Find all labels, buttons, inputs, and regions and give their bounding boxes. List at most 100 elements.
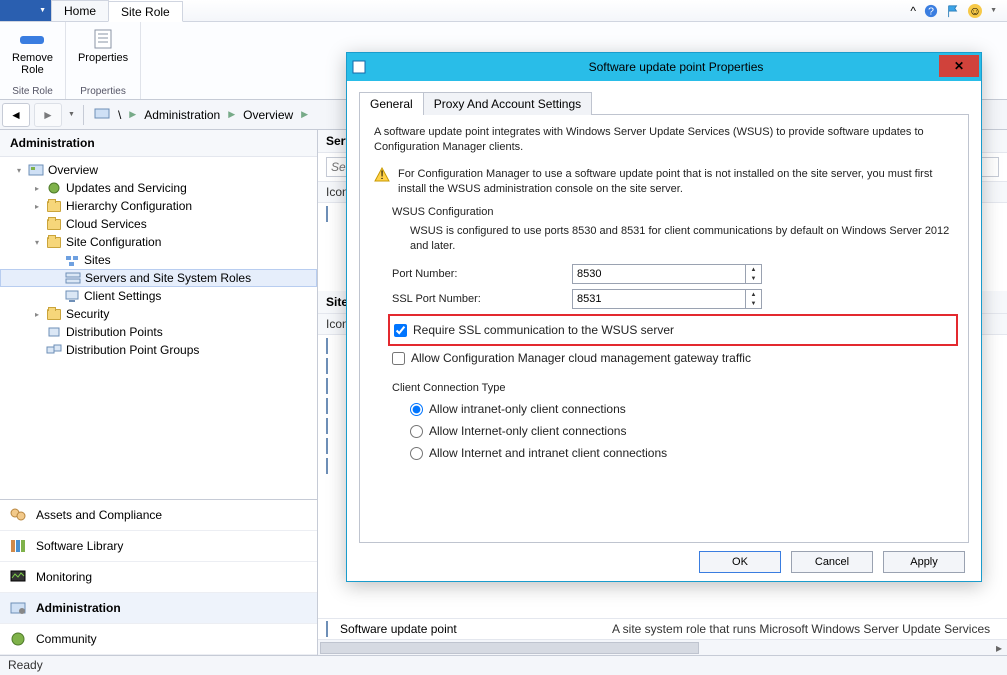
tree-caret-icon[interactable]: ▸ xyxy=(32,184,42,193)
tab-proxy-account[interactable]: Proxy And Account Settings xyxy=(423,92,592,115)
workspace-monitoring[interactable]: Monitoring xyxy=(0,562,317,593)
ribbon-tab-site-role[interactable]: Site Role xyxy=(108,1,183,22)
expand-ribbon-icon[interactable]: ^ xyxy=(910,4,916,18)
breadcrumb-root[interactable]: \ xyxy=(112,106,127,124)
tree-item-label: Servers and Site System Roles xyxy=(85,271,251,285)
overview-icon xyxy=(28,163,44,177)
flag-icon[interactable] xyxy=(946,4,960,18)
dialog-button-row: OK Cancel Apply xyxy=(359,543,969,573)
server-icon xyxy=(326,206,328,222)
app-menu-button[interactable]: ▼ xyxy=(0,0,52,21)
spin-up-icon[interactable]: ▲ xyxy=(746,290,761,299)
monitor-icon xyxy=(8,568,28,586)
require-ssl-checkbox-row: Require SSL communication to the WSUS se… xyxy=(394,323,952,337)
tab-general[interactable]: General xyxy=(359,92,424,115)
require-ssl-checkbox[interactable] xyxy=(394,324,407,337)
tree-item-servers-and-site-system-roles[interactable]: Servers and Site System Roles xyxy=(0,269,317,287)
ribbon-group-site-role: Remove Role Site Role xyxy=(0,22,66,99)
remove-role-button[interactable]: Remove Role xyxy=(8,26,57,78)
ssl-port-field[interactable] xyxy=(573,290,745,308)
tree-item-updates-and-servicing[interactable]: ▸Updates and Servicing xyxy=(0,179,317,197)
chevron-down-icon: ▼ xyxy=(39,7,46,14)
tree-caret-icon[interactable]: ▾ xyxy=(32,238,42,247)
role-item-icon[interactable] xyxy=(326,379,342,395)
port-number-input[interactable]: ▲▼ xyxy=(572,264,762,284)
tree-item-client-settings[interactable]: Client Settings xyxy=(0,287,317,305)
ribbon-group-title: Site Role xyxy=(12,86,53,97)
spin-down-icon[interactable]: ▼ xyxy=(746,299,761,308)
site-icon xyxy=(94,106,110,123)
tree-caret-icon[interactable]: ▾ xyxy=(14,166,24,175)
scroll-thumb[interactable] xyxy=(320,642,699,654)
radio-label: Allow Internet-only client connections xyxy=(429,424,626,438)
breadcrumb-administration[interactable]: Administration xyxy=(138,106,226,124)
tree-item-sites[interactable]: Sites xyxy=(0,251,317,269)
role-item-icon[interactable] xyxy=(326,419,342,435)
workspace-community[interactable]: Community xyxy=(0,624,317,655)
nav-back-button[interactable]: ◄ xyxy=(2,103,30,127)
tree-item-hierarchy-configuration[interactable]: ▸Hierarchy Configuration xyxy=(0,197,317,215)
tree-item-distribution-points[interactable]: Distribution Points xyxy=(0,323,317,341)
close-button[interactable]: ✕ xyxy=(939,55,979,77)
tree-item-security[interactable]: ▸Security xyxy=(0,305,317,323)
distg-icon xyxy=(46,343,62,357)
selected-role-row[interactable]: Software update point A site system role… xyxy=(318,618,1007,639)
tree-item-label: Distribution Point Groups xyxy=(66,343,199,357)
apply-button[interactable]: Apply xyxy=(883,551,965,573)
role-item-icon[interactable] xyxy=(326,399,342,415)
role-item-icon[interactable] xyxy=(326,359,342,375)
workspace-label: Administration xyxy=(36,601,121,615)
workspace-software-library[interactable]: Software Library xyxy=(0,531,317,562)
nav-history-dropdown[interactable]: ▼ xyxy=(64,111,79,118)
wsus-note: WSUS is configured to use ports 8530 and… xyxy=(410,224,954,254)
cancel-button[interactable]: Cancel xyxy=(791,551,873,573)
tree-item-cloud-services[interactable]: Cloud Services xyxy=(0,215,317,233)
client-connection-legend: Client Connection Type xyxy=(392,382,954,394)
role-item-icon[interactable] xyxy=(326,439,342,455)
tree-item-site-configuration[interactable]: ▾Site Configuration xyxy=(0,233,317,251)
chevron-right-icon: ▶ xyxy=(129,109,136,120)
allow-cmg-checkbox[interactable] xyxy=(392,352,405,365)
assets-icon xyxy=(8,506,28,524)
role-item-icon[interactable] xyxy=(326,339,342,355)
role-item-icon[interactable] xyxy=(326,459,342,475)
properties-button[interactable]: Properties xyxy=(74,26,132,66)
breadcrumb-overview[interactable]: Overview xyxy=(237,106,299,124)
wsus-legend: WSUS Configuration xyxy=(392,206,954,218)
radio-internet-only[interactable] xyxy=(410,425,423,438)
ok-button[interactable]: OK xyxy=(699,551,781,573)
port-number-field[interactable] xyxy=(573,265,745,283)
titlebar-tray: ^ ? ☺ ▼ xyxy=(900,0,1007,21)
workspace-administration[interactable]: Administration xyxy=(0,593,317,624)
radio-internet-intranet[interactable] xyxy=(410,447,423,460)
dialog-titlebar[interactable]: Software update point Properties ✕ xyxy=(347,53,981,81)
properties-dialog: Software update point Properties ✕ Gener… xyxy=(346,52,982,582)
allow-cmg-label: Allow Configuration Manager cloud manage… xyxy=(411,351,751,365)
dist-icon xyxy=(46,325,62,339)
port-row: Port Number: ▲▼ xyxy=(392,264,954,284)
help-icon[interactable]: ? xyxy=(924,4,938,18)
horizontal-scrollbar[interactable]: ◂ ▸ xyxy=(318,639,1007,655)
folder-icon xyxy=(46,217,62,231)
warning-row: ! For Configuration Manager to use a sof… xyxy=(374,167,954,197)
tree-caret-icon[interactable]: ▸ xyxy=(32,202,42,211)
spin-down-icon[interactable]: ▼ xyxy=(746,274,761,283)
workspace-assets-and-compliance[interactable]: Assets and Compliance xyxy=(0,500,317,531)
tree-caret-icon[interactable]: ▸ xyxy=(32,310,42,319)
spin-up-icon[interactable]: ▲ xyxy=(746,265,761,274)
workspace-label: Assets and Compliance xyxy=(36,508,162,522)
ssl-port-input[interactable]: ▲▼ xyxy=(572,289,762,309)
folder-icon xyxy=(46,235,62,249)
radio-intranet-only[interactable] xyxy=(410,403,423,416)
feedback-icon[interactable]: ☺ xyxy=(968,4,982,18)
dialog-title: Software update point Properties xyxy=(371,60,981,74)
arrow-left-icon: ◄ xyxy=(10,108,22,122)
ribbon-tab-home[interactable]: Home xyxy=(51,0,109,21)
scroll-right-icon[interactable]: ▸ xyxy=(991,640,1007,656)
intro-text: A software update point integrates with … xyxy=(374,125,954,155)
tree-item-overview[interactable]: ▾Overview xyxy=(0,161,317,179)
feedback-dropdown-icon[interactable]: ▼ xyxy=(990,7,997,14)
nav-forward-button[interactable]: ► xyxy=(34,103,62,127)
tree-item-distribution-point-groups[interactable]: Distribution Point Groups xyxy=(0,341,317,359)
close-icon: ✕ xyxy=(954,59,964,73)
